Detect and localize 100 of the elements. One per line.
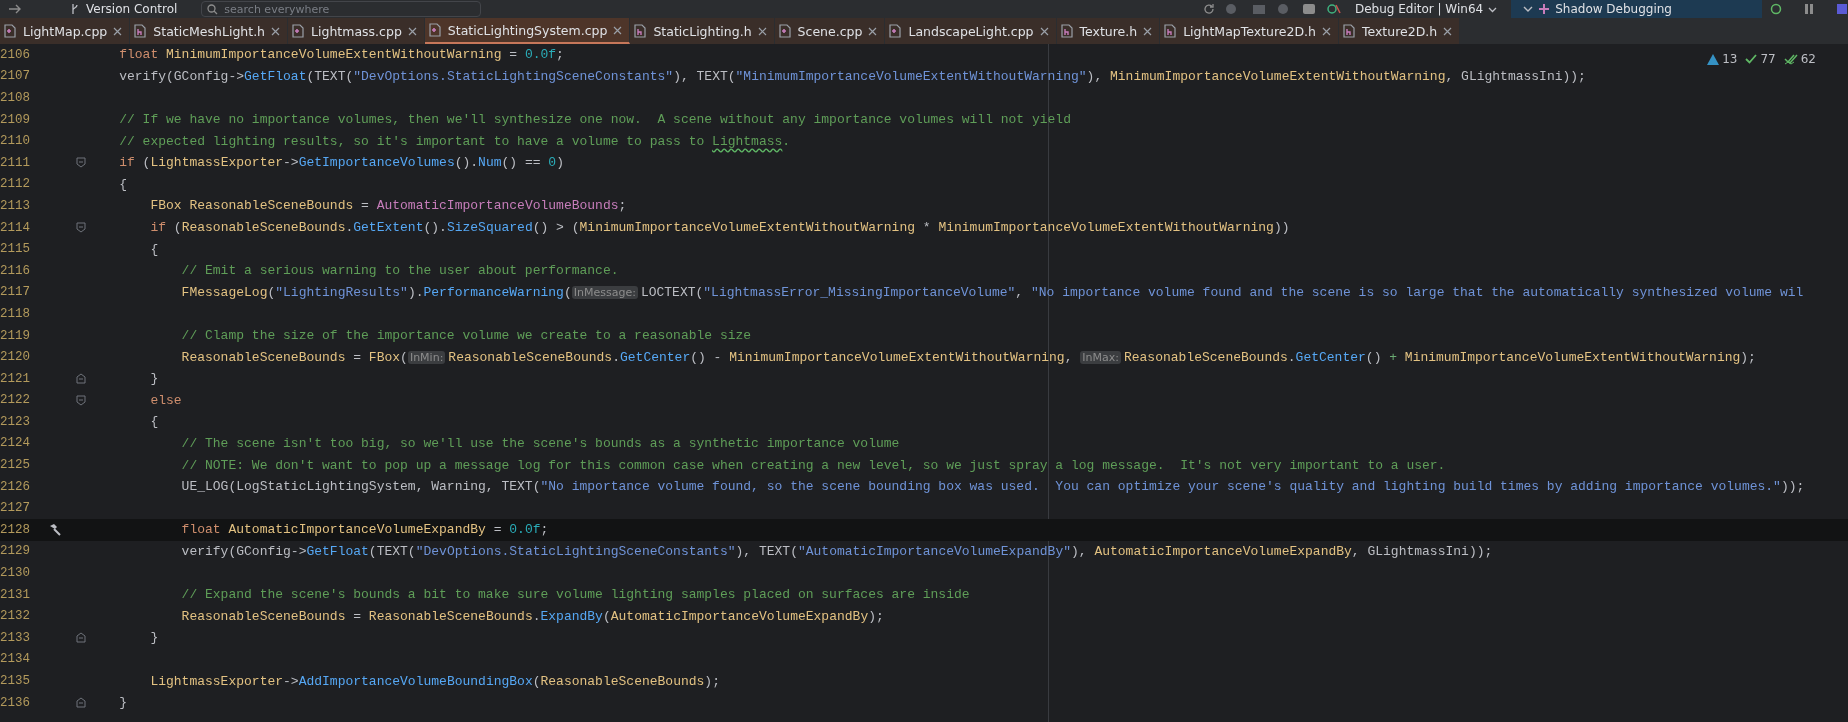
header-file-icon: [1341, 24, 1356, 38]
fold-end-icon[interactable]: [76, 632, 86, 644]
stop-icon[interactable]: [1836, 3, 1848, 15]
line-number: 2132: [0, 609, 31, 624]
line-number: 2119: [0, 328, 31, 343]
pause-icon[interactable]: [1804, 3, 1814, 15]
hammer-icon: [48, 522, 62, 537]
header-file-icon: [1163, 24, 1178, 38]
line-number: 2134: [0, 652, 31, 667]
code-line: FBox ReasonableSceneBounds = AutomaticImportanceVolumeBounds;: [149, 198, 627, 214]
code-line: }: [118, 695, 127, 711]
code-line: {: [149, 241, 159, 257]
line-number: 2120: [0, 350, 31, 365]
code-line: }: [149, 630, 159, 646]
debug-icon[interactable]: [1770, 3, 1782, 15]
double-check-icon: [1783, 53, 1798, 65]
code-line: if (LightmassExporter->GetImportanceVolumes().Num() == 0): [118, 155, 564, 171]
code-line: {: [118, 176, 127, 192]
close-icon[interactable]: [407, 26, 417, 36]
search-field[interactable]: search everywhere: [201, 1, 482, 17]
line-number: 2106: [0, 47, 31, 62]
branch-icon: [70, 3, 80, 15]
refresh-icon[interactable]: [1202, 3, 1215, 15]
line-number: 2136: [0, 695, 31, 710]
cpp-file-icon: [427, 23, 442, 37]
dropdown-caret-icon: [1488, 5, 1498, 13]
file-tab[interactable]: StaticMeshLight.h: [130, 18, 289, 44]
file-tab[interactable]: Lightmass.cpp: [288, 18, 425, 44]
line-number: 2123: [0, 414, 31, 429]
close-icon[interactable]: [613, 25, 623, 35]
code-line: ReasonableSceneBounds = FBox(InMin: ReasonableSceneBounds.GetCenter() - MinimumImportanceVolumeExtentWithoutWarning, InMax: ReasonableSceneBounds.GetCenter() + MinimumImportanceVolumeExtentWithoutWarning);: [180, 349, 1756, 365]
debug-config-icon: [1326, 3, 1341, 15]
inspection-count: 62: [1800, 52, 1816, 66]
file-tab[interactable]: Scene.cpp: [774, 18, 886, 44]
cpp-file-icon: [777, 24, 792, 38]
line-number: 2124: [0, 436, 31, 451]
close-icon[interactable]: [1039, 26, 1049, 36]
code-line: LightmassExporter->AddImportanceVolumeBoundingBox(ReasonableSceneBounds);: [149, 673, 720, 689]
run-target-button[interactable]: Shadow Debugging: [1511, 0, 1762, 18]
line-number: 2135: [0, 674, 31, 688]
run-config-dropdown[interactable]: Debug Editor | Win64: [1348, 2, 1504, 16]
version-control-menu[interactable]: Version Control: [86, 2, 178, 16]
code-line: else: [149, 392, 182, 408]
back-arrow-icon[interactable]: [8, 3, 22, 15]
fold-collapse-icon[interactable]: [76, 222, 86, 234]
close-icon[interactable]: [113, 26, 123, 36]
line-number: 2115: [0, 242, 31, 257]
file-tab[interactable]: StaticLightingSystem.cpp: [424, 18, 631, 44]
line-number: 2127: [0, 501, 31, 516]
code-line: if (ReasonableSceneBounds.GetExtent().SizeSquared() > (MinimumImportanceVolumeExtentWithoutWarning * MinimumImportanceVolumeExtentWithoutWarning)): [149, 220, 1290, 236]
line-number: 2125: [0, 458, 31, 473]
inspection-count: 77: [1760, 52, 1776, 66]
header-file-icon: [133, 24, 148, 38]
line-number: 2129: [0, 544, 31, 559]
header-file-icon: [633, 24, 648, 38]
header-file-icon: [1059, 24, 1074, 38]
fold-end-icon[interactable]: [76, 373, 86, 385]
line-number: 2118: [0, 306, 31, 321]
code-line: // Clamp the size of the importance volume we create to a reasonable size: [180, 328, 752, 343]
warning-icon: [1707, 53, 1720, 65]
close-icon[interactable]: [868, 26, 878, 36]
fold-collapse-icon[interactable]: [76, 394, 86, 406]
code-line: FMessageLog("LightingResults").PerformanceWarning(InMessage: LOCTEXT("LightmassError_MissingImportanceVolume", "No importance volume found and the scene is so large that the automatically synthesized volume wil: [180, 284, 1804, 300]
code-line: // NOTE: We don't want to pop up a message log for this common case when creating a new level, so we just spray a log message. It's not very important to a user.: [180, 457, 1446, 473]
code-line: // The scene isn't too big, so we'll use the scene's bounds as a synthetic importance volume: [180, 436, 900, 451]
close-icon[interactable]: [1321, 26, 1331, 36]
line-number: 2110: [0, 134, 31, 149]
cpp-file-icon: [888, 24, 903, 38]
file-tab[interactable]: Texture.h: [1056, 18, 1161, 44]
cpp-file-icon: [3, 24, 17, 38]
code-line: ReasonableSceneBounds = ReasonableSceneBounds.ExpandBy(AutomaticImportanceVolumeExpandBy);: [180, 608, 884, 624]
code-line: // expected lighting results, so it's important to have a volume to pass to Lightmass.: [118, 133, 791, 149]
fold-end-icon[interactable]: [76, 697, 86, 709]
code-line: float MinimumImportanceVolumeExtentWithoutWarning = 0.0f;: [118, 47, 564, 63]
line-number: 2117: [0, 285, 31, 300]
file-tab[interactable]: LightMap.cpp: [0, 18, 131, 44]
file-tab[interactable]: Texture2D.h: [1338, 18, 1461, 44]
line-number: 2112: [0, 177, 31, 192]
line-number: 2126: [0, 479, 31, 494]
line-number: 2128: [0, 522, 31, 537]
line-number: 2113: [0, 198, 31, 213]
close-icon[interactable]: [271, 26, 281, 36]
fold-collapse-icon[interactable]: [76, 157, 86, 169]
file-tab[interactable]: LightMapTexture2D.h: [1160, 18, 1339, 44]
cpp-file-icon: [291, 24, 306, 38]
code-line: verify(GConfig->GetFloat(TEXT("DevOptions.StaticLightingSceneConstants"), TEXT("AutomaticImportanceVolumeExpandBy"), AutomaticImportanceVolumeExpandBy, GLightmassIni));: [180, 543, 1493, 559]
code-line: verify(GConfig->GetFloat(TEXT("DevOptions.StaticLightingSceneConstants"), TEXT("MinimumImportanceVolumeExtentWithoutWarning"), MinimumImportanceVolumeExtentWithoutWarning, GLightmassIni));: [118, 68, 1586, 84]
close-icon[interactable]: [757, 26, 767, 36]
line-number: 2130: [0, 566, 31, 581]
file-tab[interactable]: StaticLighting.h: [630, 18, 775, 44]
line-number: 2122: [0, 393, 31, 408]
line-number: 2133: [0, 630, 31, 645]
close-icon[interactable]: [1443, 26, 1453, 36]
code-line: // Expand the scene's bounds a bit to make sure volume lighting samples placed on surfaces are inside: [180, 587, 970, 603]
line-number: 2111: [0, 155, 31, 170]
line-number: 2131: [0, 587, 31, 602]
line-number: 2108: [0, 91, 31, 105]
file-tab[interactable]: LandscapeLight.cpp: [885, 18, 1057, 44]
line-number: 2107: [0, 69, 31, 84]
close-icon[interactable]: [1143, 26, 1153, 36]
